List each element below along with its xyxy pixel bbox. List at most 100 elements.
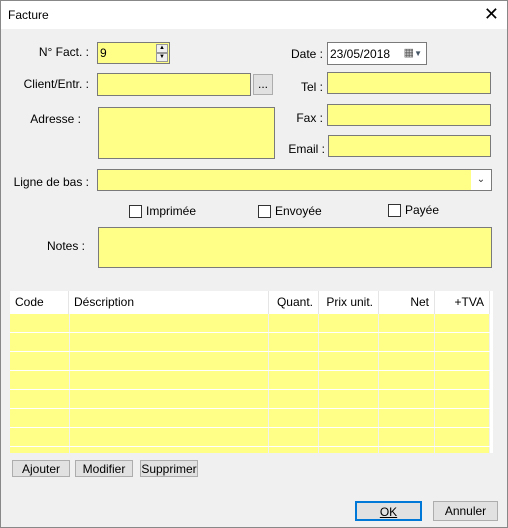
table-row[interactable] (10, 333, 490, 352)
table-cell[interactable] (435, 447, 490, 453)
edit-line-button[interactable]: Modifier (75, 460, 133, 477)
table-cell[interactable] (269, 371, 320, 389)
ok-button[interactable]: OK (355, 501, 422, 521)
table-cell[interactable] (69, 352, 270, 370)
column-header-quantity[interactable]: Quant. (269, 291, 319, 314)
ligne-de-bas-select[interactable]: ⌄ (97, 169, 492, 191)
table-cell[interactable] (435, 314, 490, 332)
table-cell[interactable] (69, 333, 270, 351)
table-cell[interactable] (10, 371, 70, 389)
table-cell[interactable] (10, 352, 70, 370)
table-cell[interactable] (435, 371, 490, 389)
checkbox-box[interactable] (258, 204, 271, 218)
num-label: N° Fact. : (38, 45, 89, 59)
column-header-description[interactable]: Déscription (69, 291, 269, 314)
table-row[interactable] (10, 447, 490, 453)
table-row[interactable] (10, 371, 490, 390)
table-cell[interactable] (10, 333, 70, 351)
table-row[interactable] (10, 409, 490, 428)
table-cell[interactable] (319, 314, 380, 332)
chevron-down-icon[interactable]: ⌄ (471, 170, 491, 190)
table-cell[interactable] (269, 333, 320, 351)
table-cell[interactable] (435, 428, 490, 446)
table-cell[interactable] (69, 390, 270, 408)
table-cell[interactable] (269, 428, 320, 446)
ligne-label: Ligne de bas : (13, 175, 89, 189)
spin-down-icon[interactable]: ▼ (156, 53, 168, 62)
tel-input[interactable] (327, 72, 491, 94)
table-cell[interactable] (319, 409, 380, 427)
table-cell[interactable] (379, 371, 436, 389)
email-label: Email : (288, 142, 325, 156)
fax-input[interactable] (327, 104, 491, 126)
date-picker[interactable]: 23/05/2018 ▦▼ (327, 42, 427, 65)
table-cell[interactable] (435, 333, 490, 351)
table-cell[interactable] (69, 447, 270, 453)
checkbox-label: Envoyée (275, 204, 322, 218)
payee-checkbox[interactable]: Payée (388, 203, 439, 217)
invoice-lines-table[interactable]: Code Déscription Quant. Prix unit. Net +… (10, 291, 493, 453)
table-cell[interactable] (379, 447, 436, 453)
table-cell[interactable] (69, 314, 270, 332)
table-cell[interactable] (69, 428, 270, 446)
table-cell[interactable] (10, 428, 70, 446)
client-input[interactable] (97, 73, 251, 96)
add-line-button[interactable]: Ajouter (12, 460, 70, 477)
table-cell[interactable] (10, 409, 70, 427)
table-cell[interactable] (69, 371, 270, 389)
table-cell[interactable] (379, 333, 436, 351)
date-label: Date : (290, 47, 323, 61)
browse-client-button[interactable]: ... (253, 74, 273, 95)
table-row[interactable] (10, 428, 490, 447)
table-cell[interactable] (69, 409, 270, 427)
date-value: 23/05/2018 (330, 47, 391, 61)
fax-label: Fax : (296, 111, 323, 125)
table-cell[interactable] (435, 390, 490, 408)
table-cell[interactable] (319, 333, 380, 351)
table-cell[interactable] (379, 352, 436, 370)
adresse-input[interactable] (98, 107, 275, 159)
table-row[interactable] (10, 352, 490, 371)
table-cell[interactable] (319, 371, 380, 389)
table-cell[interactable] (10, 390, 70, 408)
table-cell[interactable] (435, 409, 490, 427)
table-cell[interactable] (379, 390, 436, 408)
column-header-unit-price[interactable]: Prix unit. (319, 291, 379, 314)
calendar-icon[interactable]: ▦▼ (404, 46, 422, 59)
table-row[interactable] (10, 390, 490, 409)
table-cell[interactable] (269, 447, 320, 453)
adresse-label: Adresse : (30, 112, 81, 126)
close-icon[interactable]: ✕ (484, 4, 499, 24)
table-cell[interactable] (319, 447, 380, 453)
table-cell[interactable] (379, 314, 436, 332)
checkbox-label: Imprimée (146, 204, 197, 218)
table-cell[interactable] (379, 428, 436, 446)
column-header-net[interactable]: Net (379, 291, 435, 314)
table-cell[interactable] (269, 409, 320, 427)
table-cell[interactable] (10, 314, 70, 332)
email-input[interactable] (328, 135, 491, 157)
spin-up-icon[interactable]: ▲ (156, 44, 168, 53)
cancel-button[interactable]: Annuler (433, 501, 498, 521)
table-cell[interactable] (319, 352, 380, 370)
table-cell[interactable] (10, 447, 70, 453)
table-row[interactable] (10, 314, 490, 333)
checkbox-box[interactable] (129, 204, 142, 218)
delete-line-button[interactable]: Supprimer (140, 460, 198, 477)
facture-dialog: Facture ✕ N° Fact. : 9 ▲ ▼ Client/Entr. … (0, 0, 508, 528)
imprimee-checkbox[interactable]: Imprimée (129, 204, 196, 218)
table-cell[interactable] (269, 390, 320, 408)
table-cell[interactable] (269, 352, 320, 370)
table-cell[interactable] (319, 390, 380, 408)
invoice-number-spinner[interactable]: 9 ▲ ▼ (97, 42, 170, 64)
column-header-tva[interactable]: +TVA (435, 291, 490, 314)
table-cell[interactable] (269, 314, 320, 332)
window-title: Facture (8, 8, 49, 22)
table-cell[interactable] (319, 428, 380, 446)
table-cell[interactable] (379, 409, 436, 427)
envoyee-checkbox[interactable]: Envoyée (258, 204, 322, 218)
checkbox-box[interactable] (388, 203, 401, 217)
notes-input[interactable] (98, 227, 492, 268)
column-header-code[interactable]: Code (10, 291, 69, 314)
table-cell[interactable] (435, 352, 490, 370)
